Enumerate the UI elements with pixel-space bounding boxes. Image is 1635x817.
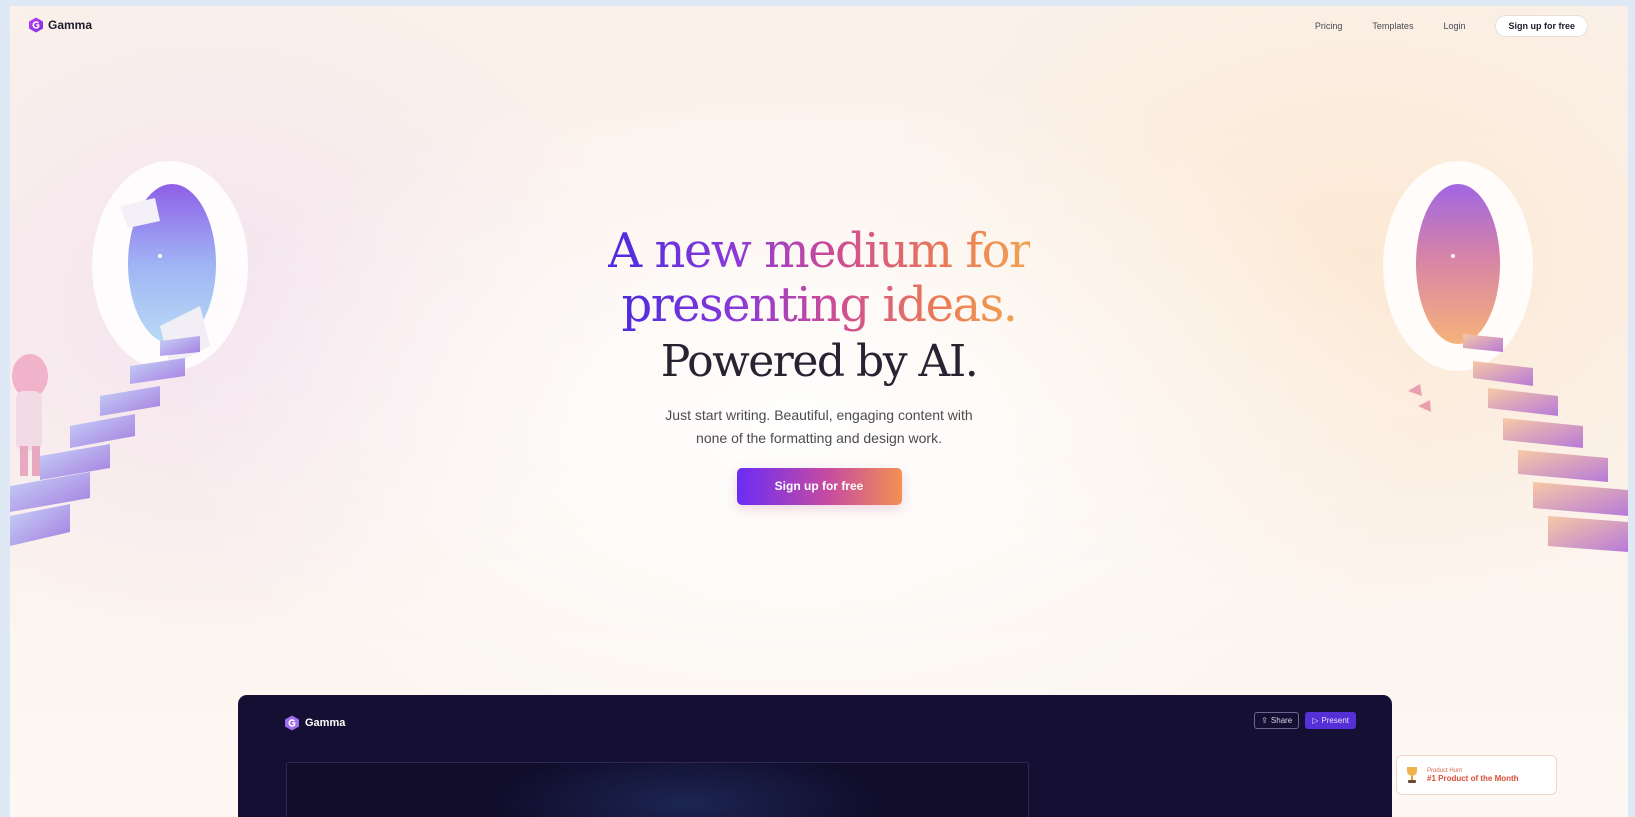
gamma-logo-icon — [285, 715, 299, 731]
hero-section: A new medium for presenting ideas. Power… — [10, 224, 1628, 505]
top-nav: Gamma Pricing Templates Login Sign up fo… — [10, 6, 1628, 46]
demo-present-button[interactable]: ▷ Present — [1305, 712, 1356, 729]
nav-link-login[interactable]: Login — [1443, 21, 1465, 31]
nav-link-templates[interactable]: Templates — [1372, 21, 1413, 31]
product-hunt-badge[interactable]: Product Hunt #1 Product of the Month — [1396, 755, 1557, 795]
brand-logo[interactable]: Gamma — [28, 17, 92, 33]
demo-brand-logo: Gamma — [284, 715, 345, 731]
landing-page: Gamma Pricing Templates Login Sign up fo… — [10, 6, 1628, 817]
share-icon: ⇪ — [1261, 716, 1268, 725]
hero-description-line1: Just start writing. Beautiful, engaging … — [665, 407, 973, 423]
brand-name: Gamma — [48, 18, 93, 32]
demo-share-button[interactable]: ⇪ Share — [1254, 712, 1300, 729]
hero-description: Just start writing. Beautiful, engaging … — [10, 404, 1628, 450]
product-demo-window: Gamma ⇪ Share ▷ Present — [238, 695, 1392, 817]
demo-share-label: Share — [1270, 716, 1293, 725]
nav-signup-button[interactable]: Sign up for free — [1495, 15, 1588, 37]
badge-text: Product Hunt #1 Product of the Month — [1427, 768, 1519, 783]
hero-headline-line2: presenting ideas. — [621, 277, 1018, 333]
hero-description-line2: none of the formatting and design work. — [696, 430, 942, 446]
nav-links: Pricing Templates Login Sign up for free — [1315, 15, 1588, 37]
play-icon: ▷ — [1312, 716, 1319, 725]
nav-link-pricing[interactable]: Pricing — [1315, 21, 1343, 31]
trophy-icon — [1407, 767, 1417, 783]
hero-headline-line1: A new medium for — [607, 223, 1032, 279]
demo-actions: ⇪ Share ▷ Present — [1254, 712, 1356, 729]
demo-present-label: Present — [1321, 716, 1349, 725]
gamma-logo-icon — [29, 17, 43, 33]
hero-signup-button[interactable]: Sign up for free — [736, 468, 902, 505]
hero-subhead: Powered by AI. — [660, 336, 979, 387]
badge-title: #1 Product of the Month — [1427, 773, 1519, 783]
demo-brand-name: Gamma — [305, 717, 346, 729]
demo-canvas — [286, 762, 1029, 817]
